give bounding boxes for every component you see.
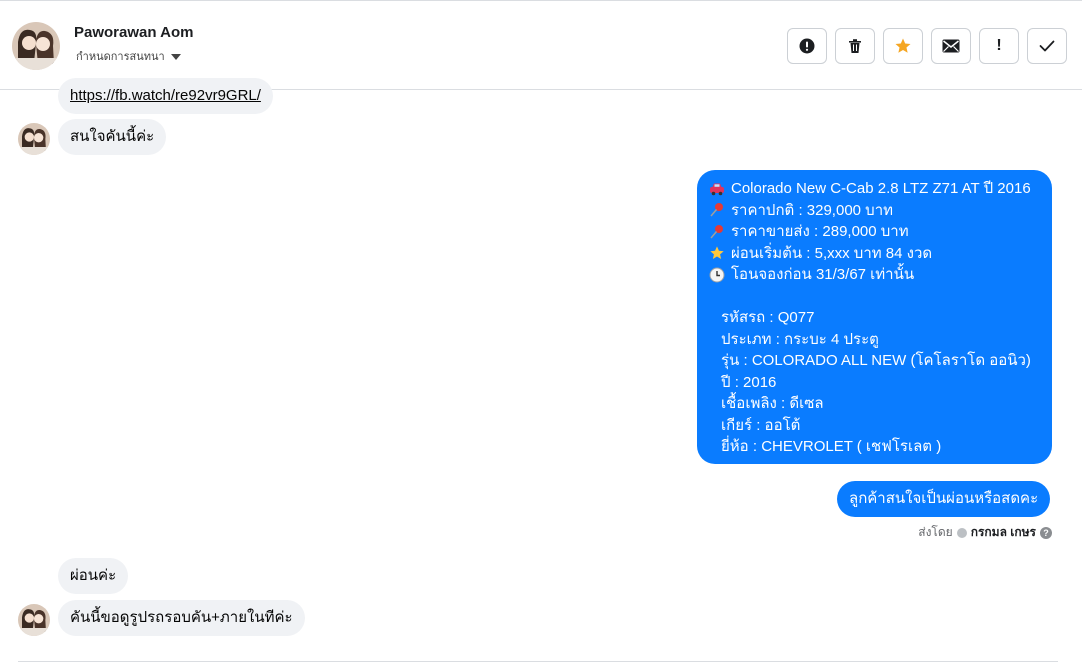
delete-button[interactable] (835, 28, 875, 64)
message-text: คันนี้ขอดูรูปรถรอบคัน+ภายในทีค่ะ (70, 609, 293, 626)
outgoing-message: ลูกค้าสนใจเป็นผ่อนหรือสดคะ (837, 481, 1051, 517)
contact-name[interactable]: Paworawan Aom (74, 24, 193, 41)
check-icon (1039, 40, 1055, 52)
exclamation-icon: ! (996, 37, 1002, 54)
star-button[interactable] (883, 28, 923, 64)
message-text: ผ่อนค่ะ (70, 567, 117, 584)
trash-icon (847, 38, 863, 54)
star-icon (709, 245, 725, 261)
incoming-message: สนใจคันนี้ค่ะ (58, 119, 167, 155)
listing-model: รุ่น : COLORADO ALL NEW (โคโลราโด ออนิว) (721, 352, 1031, 369)
star-icon (894, 37, 912, 55)
caret-down-icon (170, 53, 181, 60)
contact-avatar[interactable] (12, 22, 60, 70)
contact-avatar-small (18, 604, 50, 636)
status-dot-icon (956, 527, 967, 538)
listing-wholesale-price: ราคาขายส่ง : 289,000 บาท (731, 223, 909, 240)
assign-conversation-dropdown[interactable]: กำหนดการสนทนา (76, 47, 181, 65)
pushpin-icon (709, 224, 725, 240)
incoming-link-message[interactable]: https://fb.watch/re92vr9GRL/ (58, 78, 273, 114)
help-icon[interactable]: ? (1040, 526, 1052, 539)
listing-gear: เกียร์ : ออโต้ (721, 416, 801, 434)
sent-by-agent: กรกมล เกษร (970, 525, 1036, 539)
incoming-message: ผ่อนค่ะ (58, 558, 129, 594)
message-link[interactable]: https://fb.watch/re92vr9GRL/ (70, 87, 261, 104)
mark-done-button[interactable] (1027, 28, 1067, 64)
envelope-icon (942, 39, 960, 53)
outgoing-listing-message: Colorado New C-Cab 2.8 LTZ Z71 AT ปี 201… (697, 170, 1052, 464)
follow-up-button[interactable]: ! (979, 28, 1019, 64)
conversation-header: Paworawan Aom กำหนดการสนทนา ! (0, 0, 1082, 90)
listing-deadline: โอนจองก่อน 31/3/67 เท่านั้น (731, 266, 915, 283)
header-toolbar: ! (787, 28, 1067, 64)
clock-icon (709, 267, 725, 283)
contact-avatar-small (18, 123, 50, 155)
incoming-message: คันนี้ขอดูรูปรถรอบคัน+ภายในทีค่ะ (58, 600, 305, 636)
car-icon (709, 181, 725, 197)
listing-fuel: เชื้อเพลิง : ดีเซล (721, 395, 824, 412)
composer-divider (18, 661, 1058, 662)
message-text: ลูกค้าสนใจเป็นผ่อนหรือสดคะ (849, 490, 1039, 508)
sent-by-label: ส่งโดย (918, 525, 953, 539)
mark-unread-button[interactable] (931, 28, 971, 64)
listing-installment: ผ่อนเริ่มต้น : 5,xxx บาท 84 งวด (731, 244, 933, 262)
spam-button[interactable] (787, 28, 827, 64)
listing-year: ปี : 2016 (721, 373, 777, 391)
assign-label: กำหนดการสนทนา (76, 51, 165, 63)
listing-title: Colorado New C-Cab 2.8 LTZ Z71 AT ปี 201… (731, 180, 1031, 197)
listing-brand: ยี่ห้อ : CHEVROLET ( เชฟโรเลต ) (721, 438, 942, 455)
sent-by-info: ส่งโดย กรกมล เกษร ? (918, 523, 1052, 542)
listing-type: ประเภท : กระบะ 4 ประตู (721, 330, 879, 348)
alert-circle-icon (799, 38, 815, 54)
listing-normal-price: ราคาปกติ : 329,000 บาท (731, 201, 894, 219)
message-text: สนใจคันนี้ค่ะ (70, 128, 155, 145)
listing-code: รหัสรถ : Q077 (721, 309, 815, 326)
pushpin-icon (709, 202, 725, 218)
